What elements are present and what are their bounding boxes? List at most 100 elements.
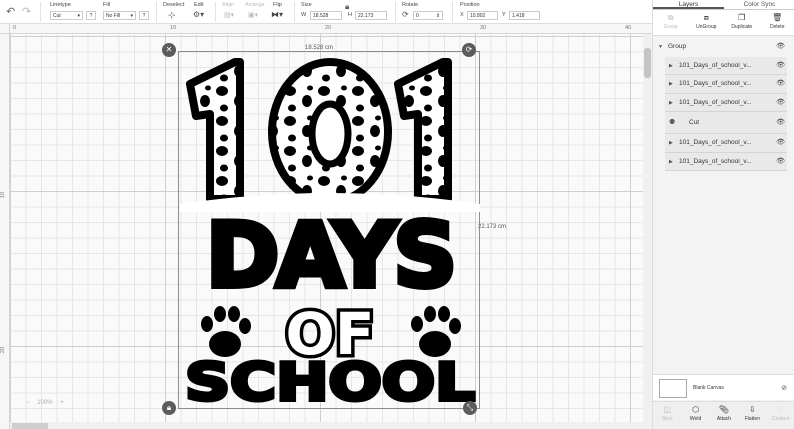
weld-button[interactable]: ⬡ Weld [683,402,709,429]
ruler-left: 10 20 [0,34,10,429]
horizontal-scrollbar[interactable] [10,422,652,429]
design-canvas[interactable]: 18.528 cm 22.173 cm DAYS OF SCHOOL ✕ ⟳ 🔒… [10,34,652,429]
linetype-label: Linetype [50,2,71,8]
eye-icon[interactable]: 👁︎ [776,112,785,134]
trash-icon: 🗑︎ [772,13,783,22]
layer-group[interactable]: ▼ Group 👁︎ [653,38,787,57]
eye-icon[interactable]: 👁︎ [776,153,785,172]
flip-label: Flip [273,2,282,8]
paw-left-icon [201,306,251,357]
rotate-handle-icon[interactable]: ⟳ [462,43,476,57]
rotate-label: Rotate [402,2,419,8]
flatten-button[interactable]: ⇩ Flatten [739,402,765,429]
layer-item-cut[interactable]: ⚉ Cut 👁︎ [665,112,787,134]
ruler-tick-label: 10 [170,25,177,31]
tab-layers[interactable]: Layers [653,0,724,9]
x-label: X [460,12,464,18]
layer-item[interactable]: ▶ 101_Days_of_school_v... 👁︎ [665,56,787,76]
eye-hidden-icon[interactable]: ⊘ [781,384,787,392]
height-input[interactable]: 22.173 [355,11,387,20]
zoom-value: 100% [37,400,53,406]
redo-icon[interactable]: ↷ [22,5,31,18]
chevron-right-icon[interactable]: ▶ [669,57,673,76]
ruler-tick-label: 20 [325,25,332,31]
layers-list: ▼ Group 👁︎ ▶ 101_Days_of_school_v... 👁︎ … [653,38,787,171]
delete-button[interactable]: 🗑︎ Delete [760,10,794,35]
fill-label: Fill [103,2,111,8]
chevron-right-icon[interactable]: ▶ [669,94,673,113]
duplicate-button[interactable]: ❐ Duplicate [725,10,759,35]
fill-help-button[interactable]: ? [139,11,149,20]
ruler-corner [0,24,10,34]
design-text-school: SCHOOL [185,353,475,404]
design-text-days: DAYS [206,204,454,307]
chevron-down-icon[interactable]: ▼ [658,38,663,57]
rotate-icon: ⟳ [402,10,409,19]
lock-handle-icon[interactable]: 🔒︎ [162,401,176,415]
linetype-select[interactable]: Cut ▾ [50,11,83,20]
y-position-input[interactable]: 1.418 [509,11,540,20]
cut-layer-icon: ⚉ [669,119,676,126]
panel-tabs: Layers Color Sync [653,0,794,10]
blank-canvas-row[interactable]: Blank Canvas ⊘ [653,374,794,400]
width-input[interactable]: 18.528 [310,11,342,20]
bottom-actions: ◫ Slice ⬡ Weld 📎︎ Attach ⇩ Flatten ◌ Contour [653,401,794,429]
ungroup-button[interactable]: ⧈ UnGroup [689,10,723,35]
arrange-icon[interactable]: ▣▾ [248,11,258,19]
eye-icon[interactable]: 👁︎ [776,75,785,94]
align-label: Align [222,2,235,8]
ruler-top: 0 10 20 30 40 [10,24,652,34]
arrange-label: Arrange [245,2,265,8]
tab-color-sync[interactable]: Color Sync [724,0,794,9]
attach-button[interactable]: 📎︎ Attach [711,402,737,429]
delete-handle-icon[interactable]: ✕ [162,43,176,57]
eye-icon[interactable]: 👁︎ [776,94,785,113]
deselect-icon[interactable]: ⊹ [168,10,176,21]
resize-handle-icon[interactable]: ⤡ [463,401,477,415]
scrollbar-thumb[interactable] [12,423,48,429]
fill-select[interactable]: No Fill ▾ [103,11,136,20]
slice-button[interactable]: ◫ Slice [654,402,680,429]
edit-label: Edit [194,2,204,8]
duplicate-icon: ❐ [738,13,746,22]
scrollbar-thumb[interactable] [644,48,651,78]
eye-icon[interactable]: 👁︎ [776,57,785,76]
attach-icon: 📎︎ [718,405,730,414]
height-dimension-label: 22.173 cm [478,224,507,230]
chevron-right-icon[interactable]: ▶ [669,134,673,153]
y-label: Y [502,12,506,18]
contour-button[interactable]: ◌ Contour [768,402,794,429]
zoom-control: − 100% + [26,400,81,414]
edit-icon[interactable]: ⚙▾ [193,10,204,19]
layer-item[interactable]: ▶ 101_Days_of_school_v... 👁︎ [665,75,787,94]
undo-icon[interactable]: ↶ [6,5,15,18]
ruler-tick-label: 30 [480,25,487,31]
weld-icon: ⬡ [692,405,700,414]
lock-icon[interactable]: 🔒︎ [345,2,349,12]
contour-icon: ◌ [778,405,784,414]
align-icon[interactable]: ▤▾ [224,11,234,19]
layer-item[interactable]: ▶ 101_Days_of_school_v... 👁︎ [665,152,787,172]
size-label: Size [301,2,312,8]
chevron-right-icon[interactable]: ▶ [669,75,673,94]
x-position-input[interactable]: 10.802 [467,11,498,20]
layer-item[interactable]: ▶ 101_Days_of_school_v... 👁︎ [665,134,787,153]
chevron-right-icon[interactable]: ▶ [669,153,673,172]
vertical-scrollbar[interactable] [643,34,652,429]
eye-icon[interactable]: 👁︎ [776,38,785,57]
eye-icon[interactable]: 👁︎ [776,134,785,153]
rotate-input[interactable]: 0 ⇕ [413,11,443,20]
zoom-in-button[interactable]: + [60,400,64,406]
paw-right-icon [411,306,461,357]
group-button[interactable]: ⧉ Group [654,10,688,35]
ungroup-icon: ⧈ [703,13,709,22]
flip-icon[interactable]: ⧓▾ [271,10,283,19]
ruler-tick-label: 10 [0,191,7,199]
group-icon: ⧉ [667,13,674,22]
layer-item[interactable]: ▶ 101_Days_of_school_v... 👁︎ [665,93,787,113]
ruler-tick-label: 0 [13,25,17,31]
design-artwork[interactable]: DAYS OF SCHOOL [180,54,480,404]
zoom-out-button[interactable]: − [26,400,30,406]
linetype-help-button[interactable]: ? [86,11,96,20]
blank-canvas-swatch[interactable] [659,379,687,398]
